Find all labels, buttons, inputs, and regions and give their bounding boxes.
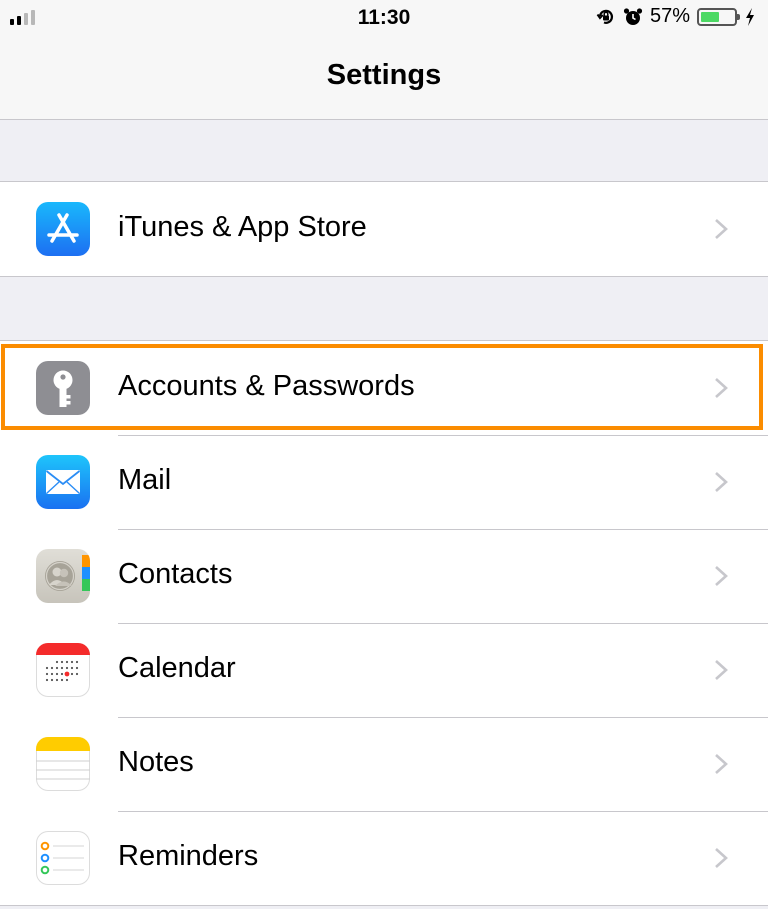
chevron-right-icon [715, 566, 728, 586]
settings-row-mail[interactable]: Mail [0, 435, 768, 529]
settings-row-reminders[interactable]: Reminders [0, 811, 768, 905]
notes-icon [36, 737, 90, 791]
settings-row-label: Mail [118, 464, 172, 496]
calendar-icon [36, 643, 90, 697]
settings-row-label: Contacts [118, 558, 233, 590]
settings-row-label: Calendar [118, 652, 236, 684]
settings-row-label: Notes [118, 746, 194, 778]
settings-row-label: iTunes & App Store [118, 211, 367, 243]
settings-row-calendar[interactable]: Calendar [0, 623, 768, 717]
settings-row-itunes-app-store[interactable]: iTunes & App Store [0, 182, 768, 276]
chevron-right-icon [715, 660, 728, 680]
settings-group-store: iTunes & App Store [0, 181, 768, 277]
chevron-right-icon [715, 219, 728, 239]
alarm-icon [623, 7, 643, 25]
chevron-right-icon [715, 848, 728, 868]
highlight-box [1, 344, 763, 430]
app-store-icon [36, 202, 90, 256]
status-bar: 11:30 57% [0, 0, 768, 40]
settings-row-notes[interactable]: Notes [0, 717, 768, 811]
chevron-right-icon [715, 472, 728, 492]
orientation-lock-icon [596, 9, 613, 24]
charging-bolt-icon [746, 7, 754, 26]
settings-row-label: Reminders [118, 840, 259, 872]
battery-percent: 57% [649, 5, 690, 27]
navigation-bar: Settings [0, 40, 768, 120]
mail-icon [36, 455, 90, 509]
contacts-icon [36, 549, 90, 603]
battery-icon [697, 7, 740, 26]
page-title: Settings [326, 59, 442, 91]
settings-row-contacts[interactable]: Contacts [0, 529, 768, 623]
chevron-right-icon [715, 754, 728, 774]
reminders-icon [36, 831, 90, 885]
